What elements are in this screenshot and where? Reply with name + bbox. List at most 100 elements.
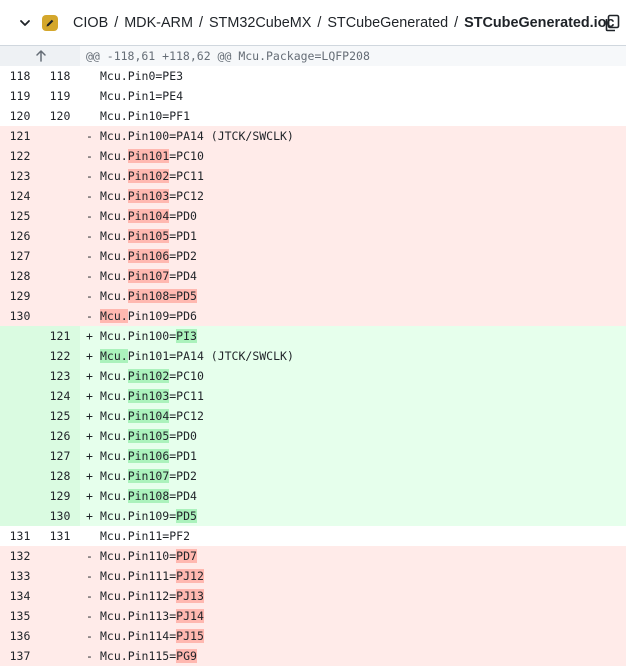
diff-sign: +	[86, 469, 93, 483]
old-line-number[interactable]: 129	[0, 286, 40, 306]
added-line: 126 + Mcu.Pin105=PD0	[0, 426, 626, 446]
old-line-number[interactable]: 120	[0, 106, 40, 126]
diff-sign: -	[86, 609, 93, 623]
new-line-number[interactable]	[40, 566, 80, 586]
new-line-number[interactable]	[40, 286, 80, 306]
new-line-number[interactable]: 121	[40, 326, 80, 346]
copy-icon[interactable]	[603, 14, 621, 32]
old-line-number[interactable]: 130	[0, 306, 40, 326]
new-line-number[interactable]: 131	[40, 526, 80, 546]
new-line-number[interactable]	[40, 546, 80, 566]
arrow-up-icon[interactable]	[35, 48, 47, 64]
old-line-number[interactable]	[0, 426, 40, 446]
old-line-number[interactable]: 135	[0, 606, 40, 626]
old-line-number[interactable]: 128	[0, 266, 40, 286]
changed-segment: Pin105	[127, 429, 170, 443]
old-line-number[interactable]: 125	[0, 206, 40, 226]
breadcrumb-item[interactable]: STM32CubeMX	[209, 15, 311, 31]
new-line-number[interactable]: 128	[40, 466, 80, 486]
new-line-number[interactable]	[40, 226, 80, 246]
code-text: Mcu.Pin100=PA14 (JTCK/SWCLK)	[100, 126, 294, 146]
code-segment: =PD4	[169, 269, 197, 283]
breadcrumb-item[interactable]: MDK-ARM	[124, 15, 193, 31]
deleted-line: 128 - Mcu.Pin107=PD4	[0, 266, 626, 286]
code-cell: + Mcu.Pin107=PD2	[80, 466, 626, 486]
old-line-number[interactable]	[0, 406, 40, 426]
context-line: 118 118 Mcu.Pin0=PE3	[0, 66, 626, 86]
old-line-number[interactable]: 121	[0, 126, 40, 146]
code-cell: + Mcu.Pin100=PI3	[80, 326, 626, 346]
new-line-number[interactable]: 119	[40, 86, 80, 106]
added-line: 128 + Mcu.Pin107=PD2	[0, 466, 626, 486]
old-line-number[interactable]	[0, 326, 40, 346]
code-text: Mcu.Pin101=PA14 (JTCK/SWCLK)	[100, 346, 294, 366]
diff-sign: +	[86, 509, 93, 523]
new-line-number[interactable]: 125	[40, 406, 80, 426]
old-line-number[interactable]: 122	[0, 146, 40, 166]
old-line-number[interactable]: 133	[0, 566, 40, 586]
code-segment: Mcu.Pin11=PF2	[100, 529, 191, 543]
changed-segment: PJ13	[176, 589, 204, 603]
code-cell: Mcu.Pin10=PF1	[80, 106, 626, 126]
code-segment: =PD4	[169, 489, 197, 503]
code-segment: Pin101=PA14 (JTCK/SWCLK)	[127, 349, 294, 363]
new-line-number[interactable]: 123	[40, 366, 80, 386]
new-line-number[interactable]	[40, 206, 80, 226]
new-line-number[interactable]: 120	[40, 106, 80, 126]
new-line-number[interactable]	[40, 146, 80, 166]
changed-segment: PJ15	[176, 629, 204, 643]
diff-sign: +	[86, 409, 93, 423]
old-line-number[interactable]: 124	[0, 186, 40, 206]
old-line-number[interactable]	[0, 446, 40, 466]
code-text: Mcu.Pin111=PJ12	[100, 566, 204, 586]
new-line-number[interactable]: 118	[40, 66, 80, 86]
old-line-number[interactable]	[0, 346, 40, 366]
code-text: Mcu.Pin102=PC10	[100, 366, 204, 386]
old-line-number[interactable]: 127	[0, 246, 40, 266]
deleted-line: 121 - Mcu.Pin100=PA14 (JTCK/SWCLK)	[0, 126, 626, 146]
new-line-number[interactable]	[40, 186, 80, 206]
new-line-number[interactable]: 126	[40, 426, 80, 446]
old-line-number[interactable]: 123	[0, 166, 40, 186]
old-line-number[interactable]: 136	[0, 626, 40, 646]
old-line-number[interactable]	[0, 506, 40, 526]
new-line-number[interactable]: 122	[40, 346, 80, 366]
old-line-number[interactable]	[0, 486, 40, 506]
new-line-number[interactable]	[40, 646, 80, 666]
new-line-number[interactable]	[40, 626, 80, 646]
old-line-number[interactable]: 119	[0, 86, 40, 106]
old-line-number[interactable]: 126	[0, 226, 40, 246]
code-text: Mcu.Pin112=PJ13	[100, 586, 204, 606]
code-cell: + Mcu.Pin103=PC11	[80, 386, 626, 406]
breadcrumb-item[interactable]: STCubeGenerated	[327, 15, 448, 31]
breadcrumb-item[interactable]: CIOB	[73, 15, 108, 31]
new-line-number[interactable]	[40, 166, 80, 186]
new-line-number[interactable]	[40, 246, 80, 266]
deleted-line: 130 - Mcu.Pin109=PD6	[0, 306, 626, 326]
old-line-number[interactable]	[0, 386, 40, 406]
code-text: Mcu.Pin108=PD4	[100, 486, 197, 506]
code-cell: + Mcu.Pin109=PD5	[80, 506, 626, 526]
new-line-number[interactable]: 129	[40, 486, 80, 506]
new-line-number[interactable]	[40, 266, 80, 286]
context-line: 120 120 Mcu.Pin10=PF1	[0, 106, 626, 126]
new-line-number[interactable]	[40, 606, 80, 626]
file-header: CIOB / MDK-ARM / STM32CubeMX / STCubeGenerated…	[0, 0, 626, 46]
old-line-number[interactable]	[0, 466, 40, 486]
new-line-number[interactable]	[40, 306, 80, 326]
old-line-number[interactable]: 118	[0, 66, 40, 86]
file-name[interactable]: STCubeGenerated.ioc	[464, 15, 614, 31]
new-line-number[interactable]: 130	[40, 506, 80, 526]
old-line-number[interactable]	[0, 366, 40, 386]
new-line-number[interactable]	[40, 126, 80, 146]
code-text: Mcu.Pin108=PD5	[100, 286, 197, 306]
old-line-number[interactable]: 137	[0, 646, 40, 666]
old-line-number[interactable]: 134	[0, 586, 40, 606]
old-line-number[interactable]: 132	[0, 546, 40, 566]
chevron-down-icon[interactable]	[17, 15, 33, 31]
new-line-number[interactable]: 127	[40, 446, 80, 466]
old-line-number[interactable]: 131	[0, 526, 40, 546]
new-line-number[interactable]: 124	[40, 386, 80, 406]
new-line-number[interactable]	[40, 586, 80, 606]
code-text: Mcu.Pin105=PD1	[100, 226, 197, 246]
